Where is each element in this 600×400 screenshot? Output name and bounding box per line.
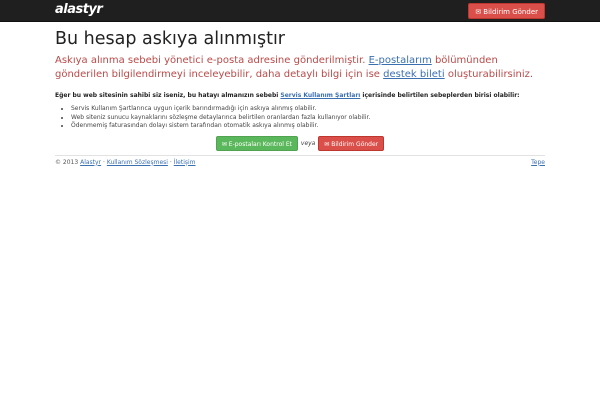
top-navbar: alastyr ✉ Bildirim Gönder: [0, 0, 600, 22]
footer-link-alastyr[interactable]: Alastyr: [80, 159, 101, 166]
footer-link-terms[interactable]: Kullanım Sözleşmesi: [107, 159, 168, 166]
brand-logo[interactable]: alastyr: [55, 2, 103, 17]
footer-separator: ·: [169, 158, 172, 166]
nav-report-button[interactable]: ✉ Bildirim Gönder: [468, 3, 545, 19]
chat-bubble-icon: ✉: [324, 140, 330, 148]
report-button[interactable]: ✉ Bildirim Gönder: [318, 135, 385, 151]
check-email-button[interactable]: ✉ E-postaları Kontrol Et: [215, 135, 298, 151]
lead-text-3: oluşturabilirsiniz.: [444, 68, 534, 80]
report-label: Bildirim Gönder: [331, 140, 379, 148]
copyright: © 2013: [55, 158, 79, 166]
emails-link[interactable]: E-postalarım: [369, 55, 432, 66]
reason-item: Ödenmemiş faturasından dolayı sistem tar…: [71, 122, 545, 131]
action-buttons: ✉ E-postaları Kontrol Et veya ✉ Bildirim…: [55, 135, 545, 151]
nav-report-label: Bildirim Gönder: [483, 8, 538, 16]
chat-bubble-icon: ✉: [475, 8, 482, 16]
terms-of-service-link[interactable]: Servis Kullanım Şartları: [280, 92, 360, 99]
intro-text-2: içerisinde belirtilen sebeplerden birisi…: [360, 92, 520, 99]
envelope-icon: ✉: [221, 140, 227, 148]
back-to-top-link[interactable]: Tepe: [531, 159, 545, 166]
divider: [55, 154, 545, 156]
reasons-list: Servis Kullanım Şartlarınca uygun içerik…: [55, 105, 545, 131]
footer: © 2013 Alastyr · Kullanım Sözleşmesi · İ…: [55, 159, 545, 169]
footer-link-contact[interactable]: İletişim: [174, 159, 196, 166]
lead-text-1: Askıya alınma sebebi yönetici e-posta ad…: [55, 55, 369, 66]
check-email-label: E-postaları Kontrol Et: [228, 140, 292, 148]
intro-text-1: Eğer bu web sitesinin sahibi siz iseniz,…: [55, 92, 281, 99]
page-title: Bu hesap askıya alınmıştır: [55, 29, 285, 49]
or-separator: veya: [300, 139, 316, 147]
reason-item: Web siteniz sunucu kaynaklarını sözleşme…: [71, 114, 545, 123]
reason-item: Servis Kullanım Şartlarınca uygun içerik…: [71, 105, 545, 114]
main-content: Bu hesap askıya alınmıştır Askıya alınma…: [55, 30, 545, 169]
reasons-intro: Eğer bu web sitesinin sahibi siz iseniz,…: [55, 92, 545, 99]
suspension-message: Askıya alınma sebebi yönetici e-posta ad…: [55, 54, 545, 81]
support-ticket-link[interactable]: destek bileti: [383, 69, 445, 80]
footer-separator: ·: [102, 158, 105, 166]
